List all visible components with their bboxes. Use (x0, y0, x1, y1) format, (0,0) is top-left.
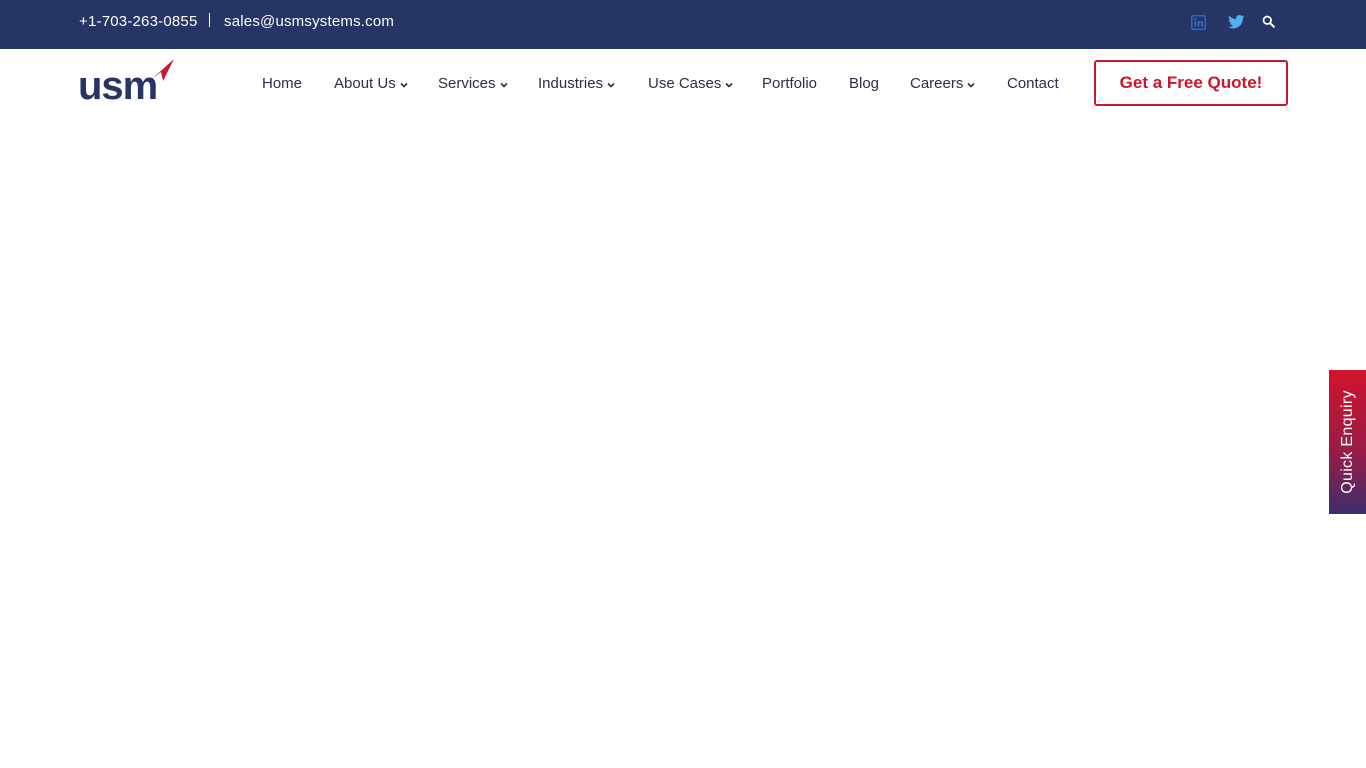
nav-item-label: Industries (538, 75, 604, 92)
topbar-divider (209, 13, 210, 27)
nav-item-label: Use Cases (648, 75, 722, 92)
main-header: usm Home About Us Services Industries Us… (0, 49, 1366, 121)
nav-item-careers[interactable]: Careers (910, 75, 975, 92)
nav-item-services[interactable]: Services (438, 75, 508, 92)
nav-item-label: Home (262, 75, 303, 92)
quick-enquiry-label: Quick Enquiry (1338, 390, 1356, 494)
phone-link[interactable]: +1-703-263-0855 (79, 13, 198, 30)
chevron-down-icon (400, 82, 408, 88)
nav-item-label: Contact (1007, 75, 1059, 92)
nav-item-label: Careers (910, 75, 964, 92)
search-icon[interactable] (1262, 15, 1278, 31)
chevron-down-icon (725, 82, 733, 88)
nav-item-blog[interactable]: Blog (849, 75, 879, 92)
top-bar: +1-703-263-0855 sales@usmsystems.com (0, 0, 1366, 49)
nav-item-label: Blog (849, 75, 880, 92)
nav-item-portfolio[interactable]: Portfolio (762, 75, 817, 92)
usm-logo[interactable]: usm (78, 59, 174, 108)
nav-item-about-us[interactable]: About Us (334, 75, 408, 92)
nav-item-industries[interactable]: Industries (538, 75, 615, 92)
quick-enquiry-tab[interactable]: Quick Enquiry (1329, 370, 1366, 514)
nav-item-contact[interactable]: Contact (1007, 75, 1059, 92)
nav-item-label: Services (438, 75, 496, 92)
twitter-icon[interactable] (1228, 15, 1245, 31)
email-link[interactable]: sales@usmsystems.com (224, 13, 394, 30)
get-free-quote-button[interactable]: Get a Free Quote! (1094, 60, 1288, 106)
linkedin-icon[interactable] (1191, 15, 1207, 31)
chevron-down-icon (967, 82, 975, 88)
chevron-down-icon (499, 82, 508, 88)
logo-text: usm (78, 64, 157, 103)
chevron-down-icon (607, 82, 615, 88)
nav-item-use-cases[interactable]: Use Cases (648, 75, 733, 92)
nav-item-label: Portfolio (762, 75, 818, 92)
nav-item-label: About Us (334, 75, 396, 92)
nav-item-home[interactable]: Home (262, 75, 302, 92)
